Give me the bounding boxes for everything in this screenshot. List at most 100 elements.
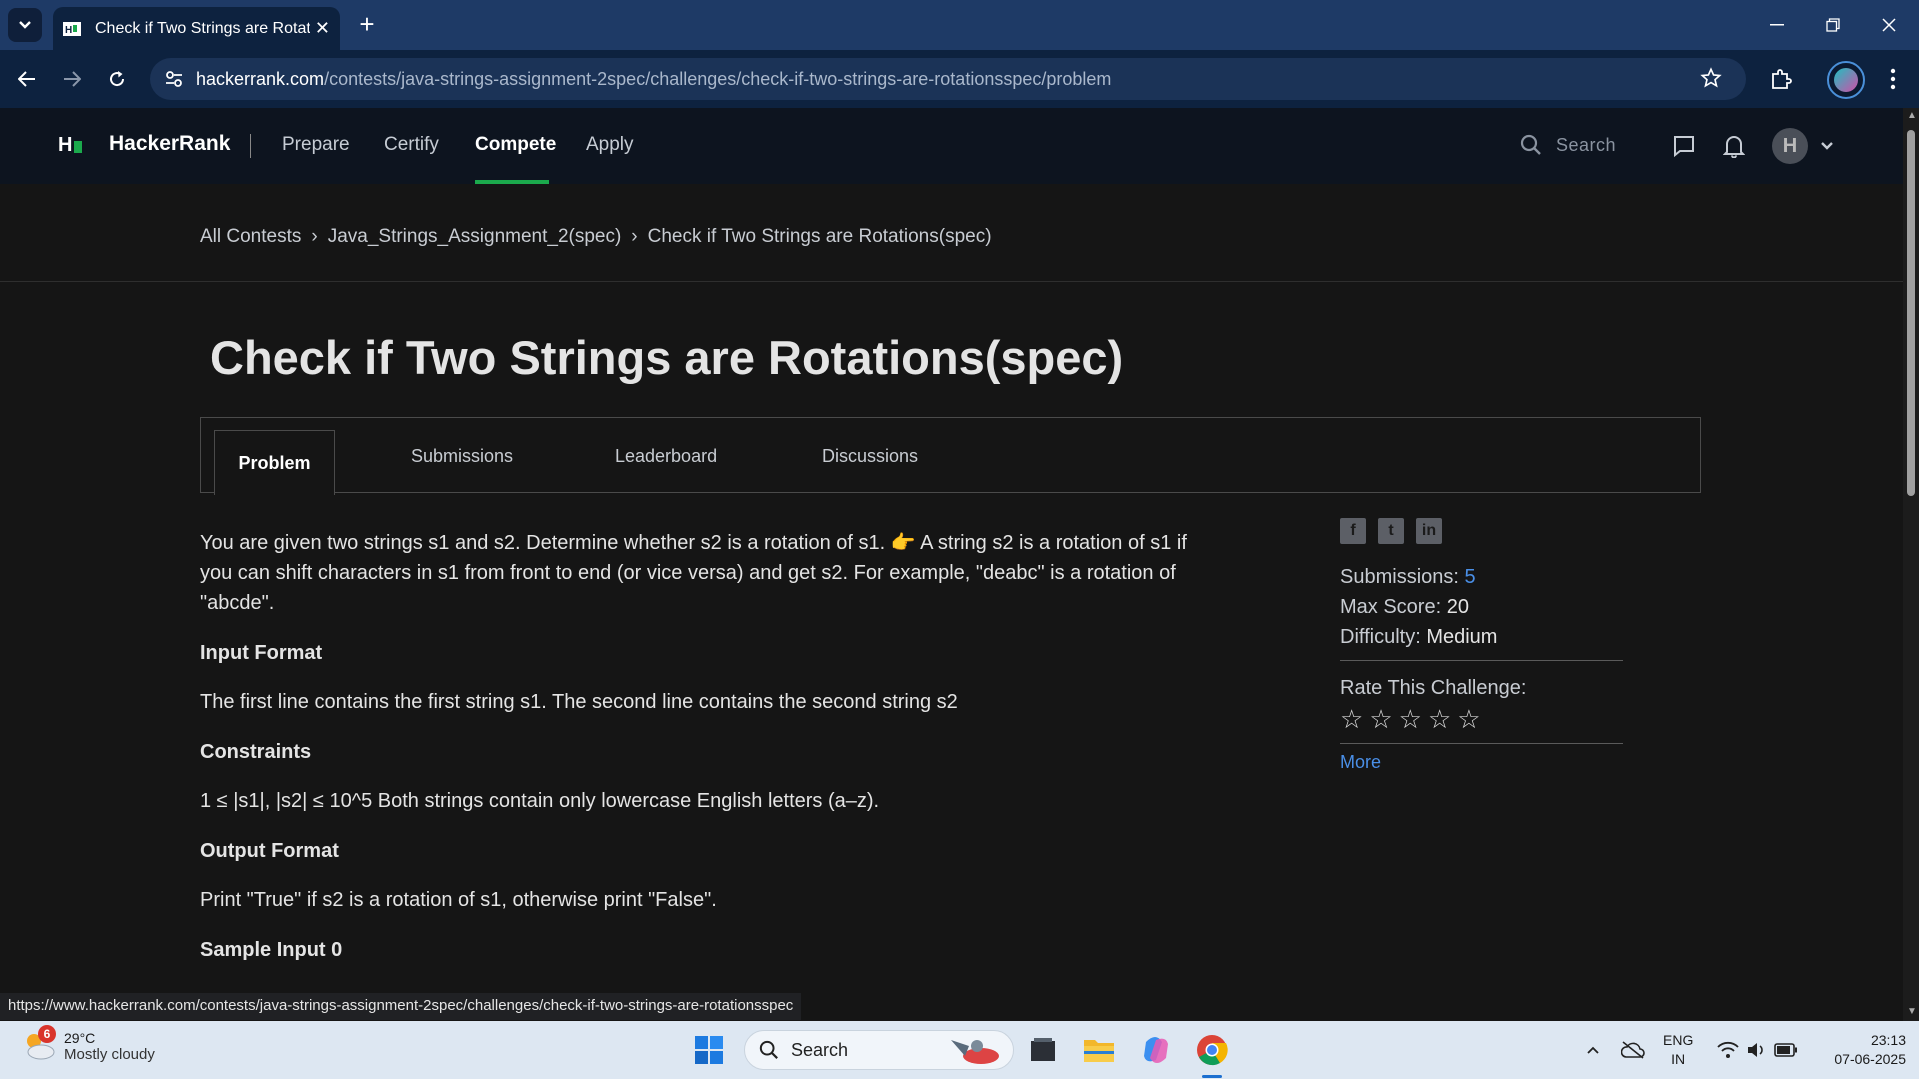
difficulty-label: Difficulty: <box>1340 626 1421 648</box>
star-icon[interactable]: ☆ <box>1457 704 1480 735</box>
star-icon[interactable]: ☆ <box>1399 704 1422 735</box>
scrollbar-thumb[interactable] <box>1907 130 1915 496</box>
facebook-icon[interactable]: f <box>1340 518 1366 544</box>
scroll-down-arrow-icon[interactable]: ▼ <box>1907 1006 1917 1017</box>
nav-apply[interactable]: Apply <box>586 134 634 156</box>
back-button[interactable] <box>10 62 44 96</box>
twitter-icon[interactable]: t <box>1378 518 1404 544</box>
tab-title: Check if Two Strings are Rotatio <box>95 19 310 37</box>
link-preview-status: https://www.hackerrank.com/contests/java… <box>0 993 802 1020</box>
star-icon[interactable]: ☆ <box>1340 704 1363 735</box>
battery-icon[interactable] <box>1768 1032 1804 1068</box>
brand-name[interactable]: HackerRank <box>109 132 230 156</box>
max-score-stat: Max Score: 20 <box>1340 592 1623 622</box>
search-placeholder: Search <box>1556 134 1617 155</box>
start-button[interactable] <box>691 1032 727 1068</box>
submissions-label: Submissions: <box>1340 566 1459 588</box>
clock-date: 07-06-2025 <box>1834 1051 1906 1067</box>
copilot-icon <box>1144 1037 1168 1063</box>
hackerrank-favicon-icon: H <box>63 21 81 36</box>
url-path: /contests/java-strings-assignment-2spec/… <box>324 68 1112 89</box>
onedrive-offline-icon[interactable] <box>1615 1032 1651 1068</box>
weather-widget[interactable]: 6 29°C Mostly cloudy <box>22 1025 155 1063</box>
taskbar-search-label: Search <box>791 1039 849 1060</box>
browser-toolbar: hackerrank.com/contests/java-strings-ass… <box>0 50 1919 108</box>
star-icon[interactable]: ☆ <box>1428 704 1451 735</box>
taskbar-task-view[interactable] <box>1025 1032 1061 1068</box>
input-language[interactable]: ENG IN <box>1663 1031 1693 1069</box>
profile-avatar[interactable] <box>1827 61 1865 99</box>
new-tab-button[interactable]: + <box>352 10 382 40</box>
output-format-heading: Output Format <box>200 840 339 862</box>
restore-button[interactable] <box>1805 0 1861 50</box>
more-link[interactable]: More <box>1340 752 1623 773</box>
bookmark-star-icon[interactable] <box>1700 67 1722 94</box>
extensions-button[interactable] <box>1764 62 1798 96</box>
site-settings-icon[interactable] <box>164 69 184 94</box>
scroll-up-arrow-icon[interactable]: ▲ <box>1907 110 1917 121</box>
taskbar-search[interactable]: Search <box>744 1030 1014 1070</box>
language-code: ENG <box>1663 1032 1694 1048</box>
nav-certify[interactable]: Certify <box>384 134 439 156</box>
minimize-icon <box>1770 24 1784 26</box>
difficulty-stat: Difficulty: Medium <box>1340 622 1623 652</box>
nav-prepare[interactable]: Prepare <box>282 134 350 156</box>
taskbar-copilot[interactable] <box>1138 1032 1174 1068</box>
tab-leaderboard[interactable]: Leaderboard <box>615 418 717 494</box>
forward-button[interactable] <box>55 62 89 96</box>
minimize-button[interactable] <box>1749 0 1805 50</box>
close-window-button[interactable] <box>1861 0 1917 50</box>
search-box[interactable]: Search <box>1520 134 1616 156</box>
user-avatar[interactable]: H <box>1772 128 1808 164</box>
avatar-initial: H <box>1782 134 1798 157</box>
linkedin-icon[interactable]: in <box>1416 518 1442 544</box>
weather-alert-badge: 6 <box>38 1025 56 1043</box>
tab-problem[interactable]: Problem <box>214 430 335 495</box>
hackerrank-navbar: H HackerRank Prepare Certify Compete App… <box>0 108 1903 184</box>
cloudy-weather-icon: 6 <box>22 1025 56 1063</box>
chrome-icon <box>1197 1035 1228 1066</box>
max-score-label: Max Score: <box>1340 596 1442 618</box>
chevron-right-icon: › <box>631 226 638 247</box>
share-links: f t in <box>1340 518 1623 544</box>
clock-time: 23:13 <box>1870 1032 1906 1048</box>
address-bar[interactable]: hackerrank.com/contests/java-strings-ass… <box>150 58 1746 100</box>
arrow-left-icon <box>18 71 35 87</box>
windows-logo-icon <box>695 1036 723 1064</box>
logo-letter: H <box>58 134 73 156</box>
chevron-down-icon[interactable] <box>1820 138 1834 156</box>
tab-submissions[interactable]: Submissions <box>411 418 513 494</box>
taskbar-file-explorer[interactable] <box>1081 1032 1117 1068</box>
submissions-count-link[interactable]: 5 <box>1465 566 1476 588</box>
search-highlight-icon <box>951 1040 999 1064</box>
breadcrumb-challenge[interactable]: Check if Two Strings are Rotations(spec) <box>648 226 992 248</box>
taskbar-chrome[interactable] <box>1194 1032 1230 1068</box>
close-tab-icon[interactable]: ✕ <box>315 18 330 39</box>
messages-icon[interactable] <box>1672 134 1696 163</box>
weather-description: Mostly cloudy <box>64 1045 155 1063</box>
tab-search-button[interactable] <box>8 8 42 42</box>
sidebar-divider <box>1340 743 1623 744</box>
reload-button[interactable] <box>100 62 134 96</box>
show-hidden-icons-chevron-up-icon[interactable] <box>1575 1032 1611 1068</box>
browser-menu-button[interactable] <box>1876 62 1910 96</box>
restore-icon <box>1826 18 1840 32</box>
sidebar-divider <box>1340 660 1623 661</box>
page-scrollbar[interactable]: ▲ ▼ <box>1903 108 1919 1021</box>
kebab-menu-icon <box>1890 68 1896 90</box>
breadcrumb-all-contests[interactable]: All Contests <box>200 226 301 248</box>
input-format-heading: Input Format <box>200 642 323 664</box>
browser-tab-active[interactable]: H Check if Two Strings are Rotatio ✕ <box>53 7 340 50</box>
nav-compete[interactable]: Compete <box>475 134 556 156</box>
notifications-bell-icon[interactable] <box>1722 134 1746 163</box>
search-icon <box>1520 134 1541 155</box>
hackerrank-page: H HackerRank Prepare Certify Compete App… <box>0 108 1903 1021</box>
breadcrumb-contest[interactable]: Java_Strings_Assignment_2(spec) <box>328 226 622 248</box>
hackerrank-logo[interactable]: H <box>58 134 83 157</box>
star-icon[interactable]: ☆ <box>1369 704 1392 735</box>
active-nav-indicator <box>475 180 549 184</box>
input-format-text: The first line contains the first string… <box>200 691 958 713</box>
system-clock[interactable]: 23:13 07-06-2025 <box>1810 1031 1906 1069</box>
constraints-heading: Constraints <box>200 741 312 763</box>
tab-discussions[interactable]: Discussions <box>822 418 918 494</box>
